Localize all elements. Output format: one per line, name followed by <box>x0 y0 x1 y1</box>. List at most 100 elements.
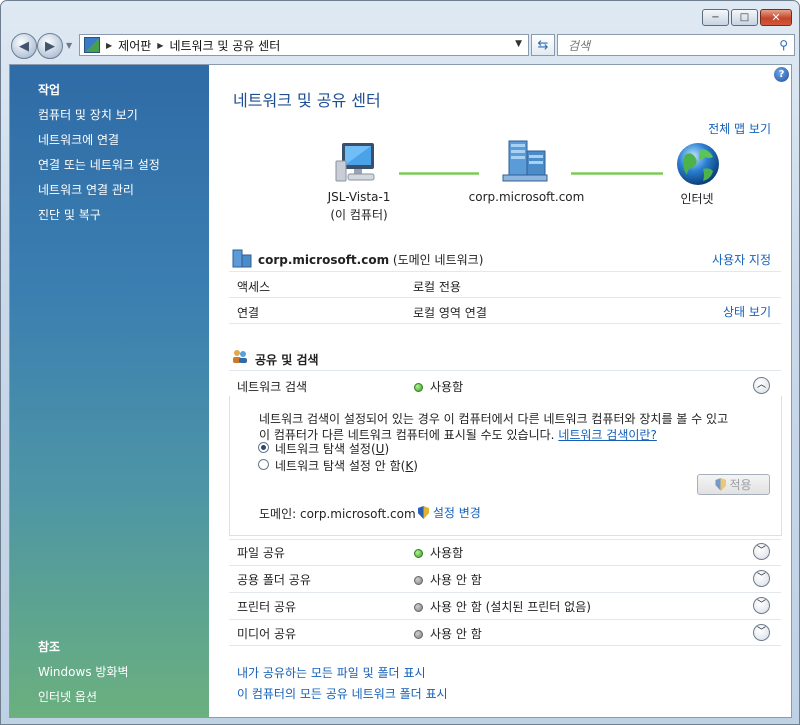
media-sharing-status: 사용 안 함 <box>414 625 482 642</box>
status-on-icon <box>414 549 423 558</box>
chevron-down-icon: ﹀ <box>756 573 766 583</box>
domain-node-label: corp.microsoft.com <box>468 190 585 204</box>
internet-node-label: 인터넷 <box>680 192 714 206</box>
minimize-button[interactable]: − <box>702 9 729 26</box>
access-label: 액세스 <box>237 280 271 294</box>
chevron-down-icon: ﹀ <box>756 546 766 556</box>
status-off-icon <box>414 576 423 585</box>
search-input[interactable] <box>566 36 770 56</box>
divider <box>229 271 781 272</box>
address-bar[interactable]: ▶ 제어판 ▶ 네트워크 및 공유 센터 ▼ <box>79 34 529 56</box>
apply-label: 적용 <box>729 478 752 492</box>
change-settings[interactable]: 설정 변경 <box>418 504 481 521</box>
breadcrumb-separator-icon[interactable]: ▶ <box>157 41 163 50</box>
close-button[interactable]: ✕ <box>760 9 792 26</box>
divider <box>229 323 781 324</box>
domain-network-small-icon <box>232 249 252 268</box>
main-panel: ? 네트워크 및 공유 센터 전체 맵 보기 JSL-Vista-1 (이 컴퓨… <box>209 65 791 717</box>
recent-pages-dropdown-icon[interactable]: ▼ <box>66 41 72 50</box>
discovery-on-radio[interactable] <box>258 442 269 453</box>
expand-printer-sharing-button[interactable]: ﹀ <box>753 597 770 614</box>
connection-line <box>399 172 479 175</box>
task-manage-connections[interactable]: 네트워크 연결 관리 <box>38 181 134 198</box>
maximize-icon: □ <box>739 11 750 23</box>
discovery-status: 사용함 <box>414 378 463 395</box>
sharing-heading: 공유 및 검색 <box>255 353 319 367</box>
see-also-firewall[interactable]: Windows 방화벽 <box>38 663 129 680</box>
control-panel-icon <box>84 37 100 53</box>
chevron-down-icon: ﹀ <box>756 627 766 637</box>
discovery-description-line1: 네트워크 검색이 설정되어 있는 경우 이 컴퓨터에서 다른 네트워크 컴퓨터와… <box>259 412 729 426</box>
page-title: 네트워크 및 공유 센터 <box>233 91 381 110</box>
back-button[interactable]: ◀ <box>11 33 37 59</box>
view-full-map-link[interactable]: 전체 맵 보기 <box>708 120 771 137</box>
task-setup-connection[interactable]: 연결 또는 네트워크 설정 <box>38 156 160 173</box>
discovery-off-radio[interactable] <box>258 459 269 470</box>
help-icon[interactable]: ? <box>774 67 789 82</box>
change-settings-link[interactable]: 설정 변경 <box>433 506 481 520</box>
view-status-link[interactable]: 상태 보기 <box>723 303 771 320</box>
task-view-computers[interactable]: 컴퓨터 및 장치 보기 <box>38 106 138 123</box>
title-buttons: − □ ✕ <box>702 9 792 26</box>
see-also-internet-options[interactable]: 인터넷 옵션 <box>38 688 97 705</box>
media-sharing-label: 미디어 공유 <box>237 627 297 641</box>
refresh-button[interactable]: ⇆ <box>531 34 555 56</box>
forward-arrow-icon: ▶ <box>45 38 55 54</box>
public-folder-sharing-status: 사용 안 함 <box>414 571 482 588</box>
show-shared-files-link[interactable]: 내가 공유하는 모든 파일 및 폴더 표시 <box>237 664 426 681</box>
breadcrumb-network-center[interactable]: 네트워크 및 공유 센터 <box>169 37 280 54</box>
internet-globe-icon[interactable] <box>675 141 721 187</box>
what-is-discovery-link[interactable]: 네트워크 검색이란? <box>558 428 657 442</box>
content-area: 작업 컴퓨터 및 장치 보기 네트워크에 연결 연결 또는 네트워크 설정 네트… <box>9 64 792 718</box>
see-also-heading: 참조 <box>38 640 61 654</box>
expand-media-sharing-button[interactable]: ﹀ <box>753 624 770 641</box>
connection-label: 연결 <box>237 306 260 320</box>
access-value: 로컬 전용 <box>413 280 461 294</box>
back-arrow-icon: ◀ <box>19 38 29 54</box>
network-name: corp.microsoft.com <box>258 253 390 267</box>
breadcrumb-separator-icon[interactable]: ▶ <box>106 41 112 50</box>
search-icon[interactable]: ⚲ <box>779 38 788 52</box>
domain-network-icon[interactable] <box>501 139 549 183</box>
expand-file-sharing-button[interactable]: ﹀ <box>753 543 770 560</box>
discovery-label: 네트워크 검색 <box>237 380 308 394</box>
task-diagnose-repair[interactable]: 진단 및 복구 <box>38 206 101 223</box>
divider <box>229 619 781 620</box>
printer-sharing-label: 프린터 공유 <box>237 600 297 614</box>
refresh-icon: ⇆ <box>537 37 549 53</box>
discovery-status-text: 사용함 <box>430 380 464 394</box>
computer-subtitle: (이 컴퓨터) <box>330 208 388 222</box>
computer-icon[interactable] <box>332 141 378 183</box>
divider <box>229 645 781 646</box>
forward-button[interactable]: ▶ <box>37 33 63 59</box>
discovery-on-label[interactable]: 네트워크 탐색 설정(U) <box>275 440 389 457</box>
public-folder-sharing-label: 공용 폴더 공유 <box>237 573 311 587</box>
minimize-icon: − <box>711 11 720 23</box>
collapse-discovery-button[interactable]: ︿ <box>753 377 770 394</box>
status-off-icon <box>414 630 423 639</box>
apply-button[interactable]: 적용 <box>697 474 770 495</box>
domain-info: 도메인: corp.microsoft.com <box>259 507 416 521</box>
tasks-heading: 작업 <box>38 83 61 97</box>
status-off-icon <box>414 603 423 612</box>
network-title: corp.microsoft.com (도메인 네트워크) <box>258 251 483 268</box>
network-type: (도메인 네트워크) <box>392 253 484 267</box>
breadcrumb-control-panel[interactable]: 제어판 <box>118 37 151 54</box>
divider <box>229 297 781 298</box>
maximize-button[interactable]: □ <box>731 9 758 26</box>
connection-line <box>571 172 663 175</box>
discovery-off-label[interactable]: 네트워크 탐색 설정 안 함(K) <box>275 457 418 474</box>
uac-shield-icon <box>418 506 429 519</box>
uac-shield-icon <box>715 478 727 491</box>
show-shared-network-folders-link[interactable]: 이 컴퓨터의 모든 공유 네트워크 폴더 표시 <box>237 685 448 702</box>
status-on-icon <box>414 383 423 392</box>
expand-public-folder-button[interactable]: ﹀ <box>753 570 770 587</box>
search-box[interactable]: ⚲ <box>557 34 795 56</box>
customize-link[interactable]: 사용자 지정 <box>712 251 771 268</box>
file-sharing-status: 사용함 <box>414 544 463 561</box>
task-connect-network[interactable]: 네트워크에 연결 <box>38 131 119 148</box>
computer-name: JSL-Vista-1 <box>327 190 391 204</box>
chevron-down-icon: ﹀ <box>756 600 766 610</box>
address-dropdown-icon[interactable]: ▼ <box>515 39 522 49</box>
divider <box>229 592 781 593</box>
